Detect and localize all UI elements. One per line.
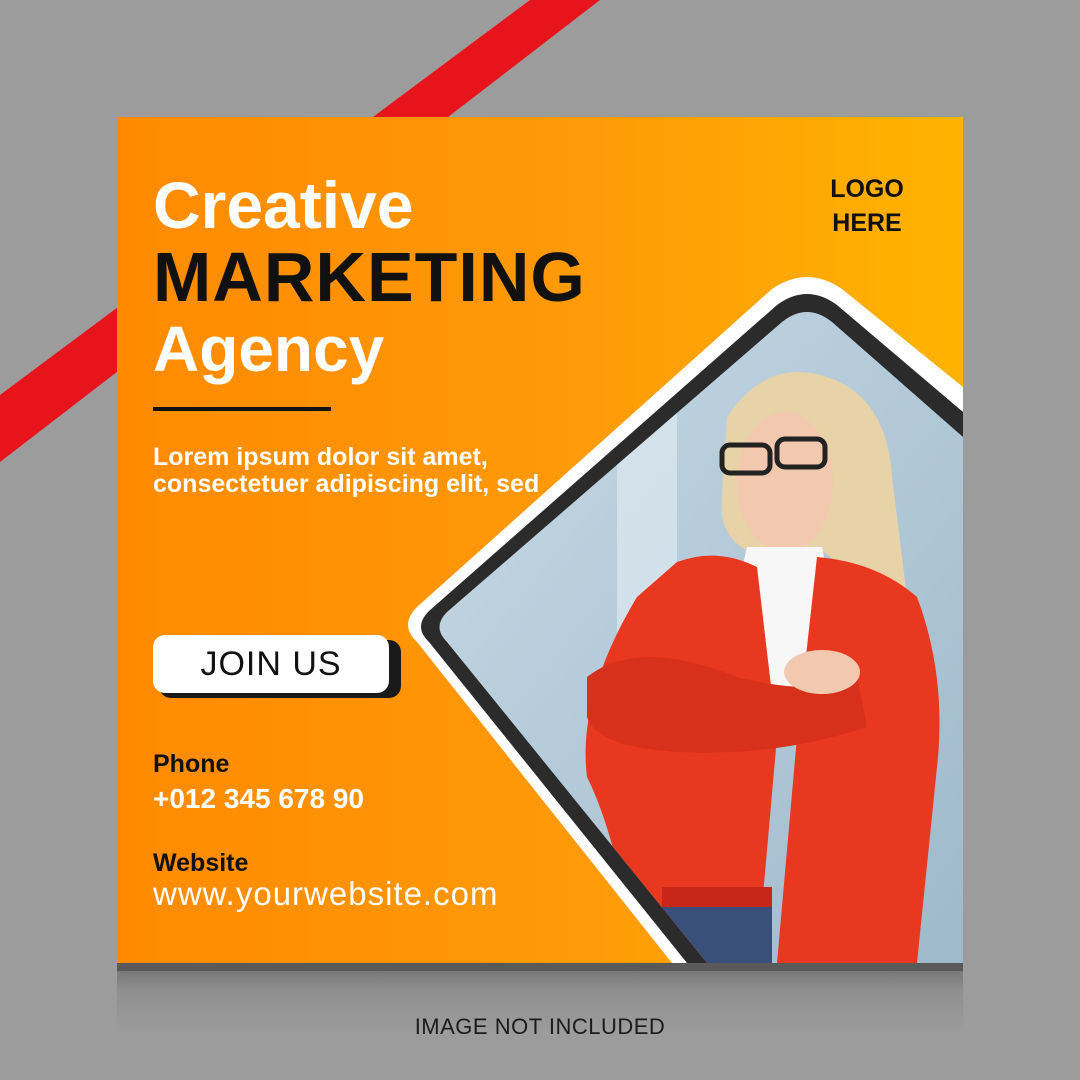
phone-label: Phone	[153, 750, 230, 778]
image-not-included-caption: IMAGE NOT INCLUDED	[414, 1014, 666, 1039]
website-value[interactable]: www.yourwebsite.com	[153, 875, 498, 913]
headline-divider	[153, 407, 331, 411]
card-shadow-edge	[117, 963, 963, 971]
headline-line-creative: Creative	[153, 168, 414, 242]
join-us-button[interactable]: JOIN US	[153, 635, 389, 693]
headline-line-agency: Agency	[153, 313, 385, 385]
headline-line-marketing: MARKETING	[153, 238, 586, 316]
website-label: Website	[153, 849, 249, 877]
logo-line-2: HERE	[832, 209, 902, 237]
logo-line-1: LOGO	[830, 175, 904, 203]
phone-value: +012 345 678 90	[153, 783, 364, 814]
promo-card: Creative MARKETING Agency Lorem ipsum do…	[117, 117, 963, 963]
body-text: Lorem ipsum dolor sit amet, consectetuer…	[153, 443, 540, 498]
logo-placeholder: LOGO HERE	[823, 172, 911, 240]
